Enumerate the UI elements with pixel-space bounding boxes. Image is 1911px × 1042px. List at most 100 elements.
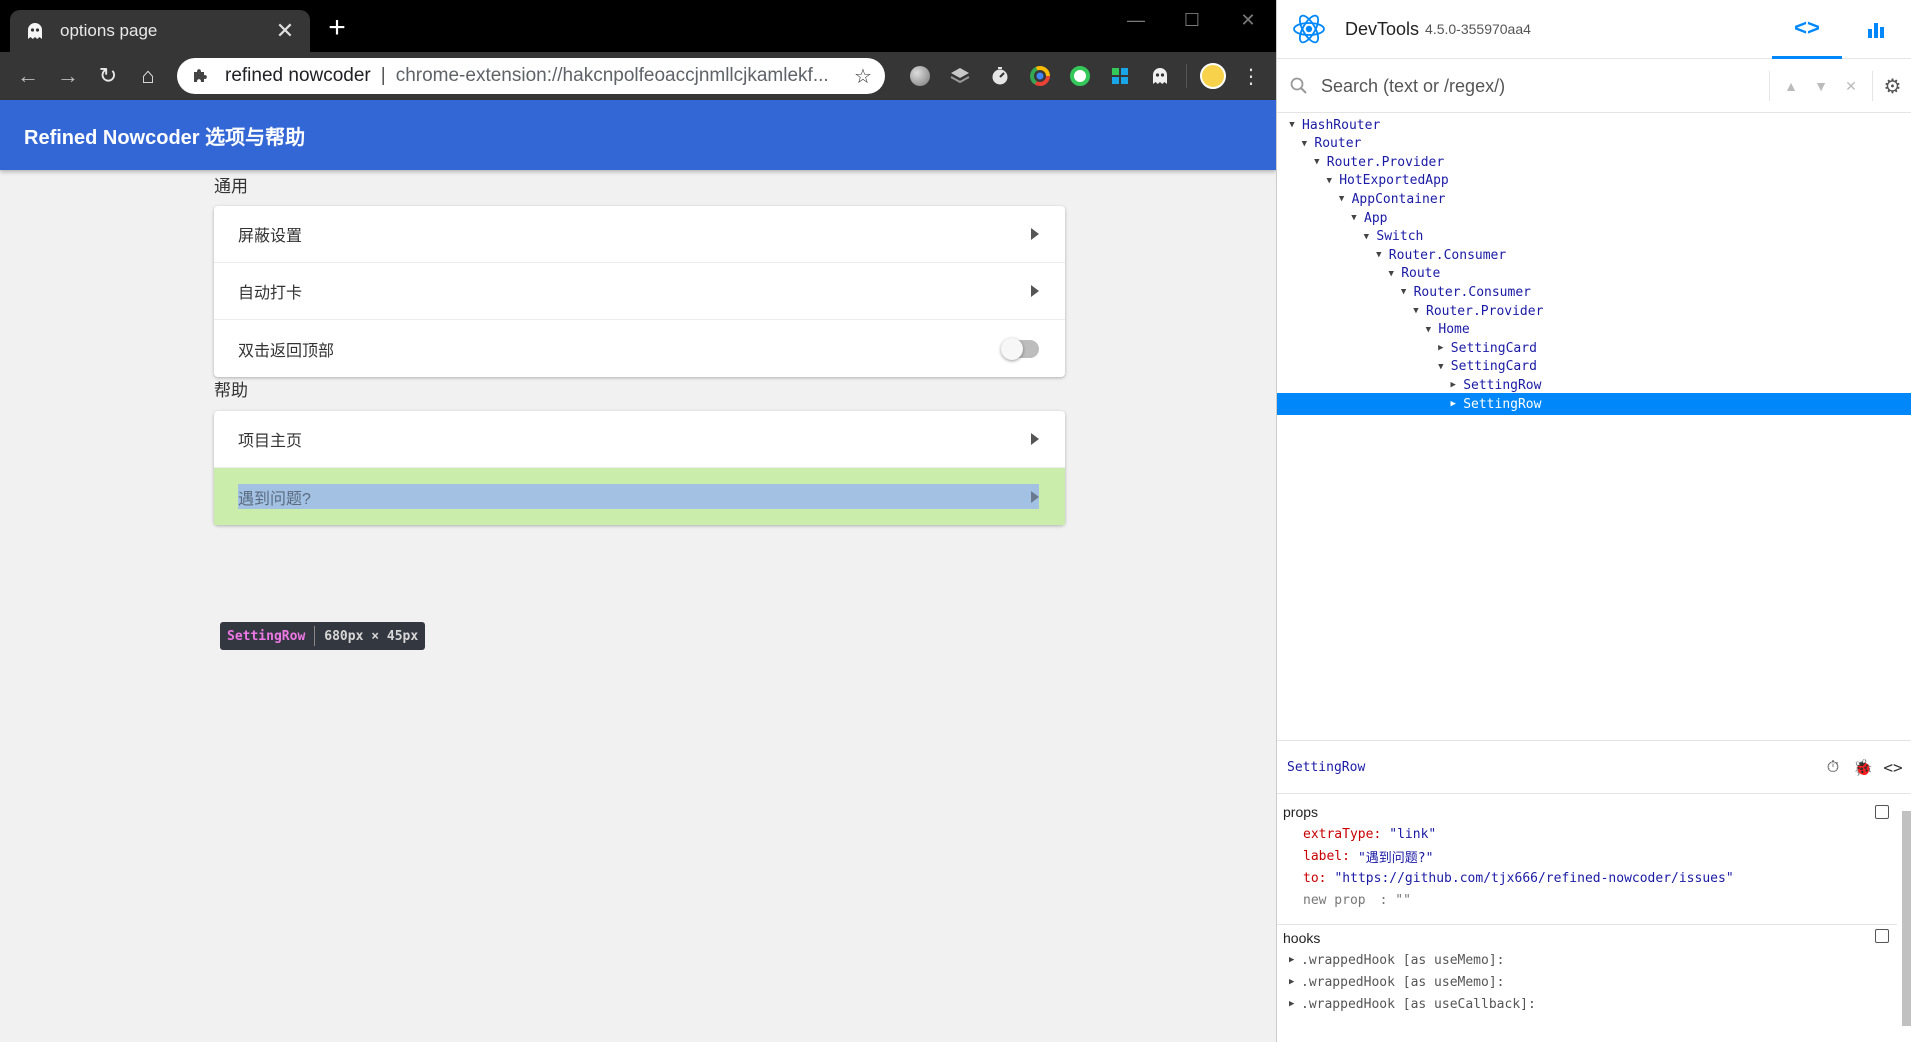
- view-source-icon[interactable]: <>: [1878, 752, 1908, 782]
- expanded-arrow-icon[interactable]: ▼: [1436, 362, 1446, 372]
- browser-tab[interactable]: options page ✕: [10, 10, 310, 52]
- reload-button[interactable]: ↻: [88, 56, 128, 96]
- extension-ghost-icon[interactable]: [1140, 60, 1180, 92]
- settings-gear-icon[interactable]: ⚙: [1872, 71, 1911, 101]
- selected-element-pane: SettingRow ⏱ 🐞 <> props extraType: "link"…: [1277, 740, 1911, 1042]
- settings-card-general: 屏蔽设置 自动打卡 双击返回顶部: [214, 206, 1065, 377]
- expanded-arrow-icon[interactable]: ▼: [1312, 157, 1322, 167]
- extension-chrome-ring-icon[interactable]: [1020, 60, 1060, 92]
- expanded-arrow-icon[interactable]: ▼: [1386, 269, 1396, 279]
- setting-row-label: 遇到问题?: [238, 490, 311, 508]
- double-click-top-toggle[interactable]: [1001, 337, 1039, 360]
- devtools-header: DevTools 4.5.0-355970aa4 <>: [1277, 0, 1911, 59]
- extension-globe-icon[interactable]: [900, 60, 940, 92]
- ghost-favicon-icon: [24, 20, 46, 42]
- setting-row-project-home[interactable]: 项目主页: [214, 411, 1065, 468]
- hook-row[interactable]: ▶ .wrappedHook [as useMemo]:: [1283, 971, 1897, 993]
- tab-profiler[interactable]: [1841, 0, 1911, 59]
- stopwatch-icon[interactable]: ⏱: [1818, 752, 1848, 782]
- prop-row[interactable]: label: "遇到问题?": [1283, 845, 1897, 867]
- address-bar[interactable]: refined nowcoder | chrome-extension://ha…: [177, 58, 885, 94]
- expanded-arrow-icon[interactable]: ▼: [1361, 232, 1371, 242]
- tree-node-label: Route: [1401, 266, 1441, 282]
- new-prop-value[interactable]: : "": [1380, 893, 1411, 908]
- search-icon: [1290, 77, 1307, 94]
- chevron-up-icon[interactable]: ▲: [1776, 71, 1806, 101]
- tab-title: options page: [60, 21, 158, 40]
- toolbar-divider: [1186, 64, 1187, 88]
- hook-row[interactable]: ▶ .wrappedHook [as useMemo]:: [1283, 949, 1897, 971]
- url-text[interactable]: chrome-extension://hakcnpolfeoaccjnmllcj…: [396, 65, 851, 87]
- tree-node-label: SettingRow: [1463, 377, 1542, 393]
- maximize-button[interactable]: ☐: [1164, 0, 1220, 40]
- expand-arrow-icon[interactable]: ▶: [1289, 955, 1301, 965]
- arrow-right-icon[interactable]: [1031, 285, 1039, 297]
- hook-row[interactable]: ▶ .wrappedHook [as useCallback]:: [1283, 993, 1897, 1015]
- prop-value[interactable]: "link": [1389, 827, 1436, 842]
- forward-button[interactable]: →: [48, 56, 88, 96]
- expanded-arrow-icon[interactable]: ▼: [1299, 139, 1309, 149]
- prop-row[interactable]: extraType: "link": [1283, 823, 1897, 845]
- setting-row-auto-checkin[interactable]: 自动打卡: [214, 263, 1065, 320]
- expand-arrow-icon[interactable]: ▶: [1289, 999, 1301, 1009]
- arrow-right-icon[interactable]: [1031, 228, 1039, 240]
- collapsed-arrow-icon[interactable]: ▶: [1448, 399, 1458, 409]
- expanded-arrow-icon[interactable]: ▼: [1324, 176, 1334, 186]
- new-prop-row[interactable]: new prop : "": [1283, 889, 1897, 911]
- prop-key: label: [1303, 848, 1343, 864]
- minimize-button[interactable]: —: [1108, 0, 1164, 40]
- expand-arrow-icon[interactable]: ▶: [1289, 977, 1301, 987]
- tab-components[interactable]: <>: [1772, 0, 1842, 59]
- setting-row-block-settings[interactable]: 屏蔽设置: [214, 206, 1065, 263]
- tooltip-component-name: SettingRow: [227, 628, 306, 644]
- props-label: props: [1283, 804, 1319, 820]
- new-prop-key[interactable]: new prop: [1303, 893, 1366, 908]
- extension-puzzle-tiles-icon[interactable]: [1100, 60, 1140, 92]
- tree-node-label: SettingRow: [1463, 396, 1542, 412]
- expanded-arrow-icon[interactable]: ▼: [1337, 194, 1347, 204]
- clear-search-icon[interactable]: ✕: [1836, 71, 1866, 101]
- collapsed-arrow-icon[interactable]: ▶: [1448, 380, 1458, 390]
- chevron-down-icon[interactable]: ▼: [1806, 71, 1836, 101]
- arrow-right-icon[interactable]: [1031, 433, 1039, 445]
- search-input[interactable]: [1321, 75, 1769, 97]
- arrow-right-icon[interactable]: [1031, 490, 1039, 503]
- bug-icon[interactable]: 🐞: [1848, 752, 1878, 782]
- expanded-arrow-icon[interactable]: ▼: [1287, 120, 1297, 130]
- kebab-menu-icon[interactable]: ⋮: [1233, 60, 1269, 92]
- window-controls: — ☐ ✕: [1108, 0, 1276, 40]
- extension-green-ring-icon[interactable]: [1060, 60, 1100, 92]
- setting-row-report-issue[interactable]: 遇到问题?: [214, 468, 1065, 525]
- bookmark-star-icon[interactable]: ☆: [851, 64, 875, 89]
- copy-props-icon[interactable]: [1875, 805, 1889, 819]
- prop-value[interactable]: "https://github.com/tjx666/refined-nowco…: [1334, 871, 1733, 886]
- tree-node[interactable]: ▶ SettingRow: [1277, 393, 1911, 415]
- search-controls: ▲ ▼ ✕: [1769, 71, 1872, 101]
- extension-timer-icon[interactable]: [980, 60, 1020, 92]
- expanded-arrow-icon[interactable]: ▼: [1399, 287, 1409, 297]
- props-scrollbar[interactable]: [1902, 811, 1911, 1026]
- profile-avatar-button[interactable]: [1193, 60, 1233, 92]
- back-button[interactable]: ←: [8, 56, 48, 96]
- expanded-arrow-icon[interactable]: ▼: [1374, 250, 1384, 260]
- props-section: props extraType: "link" label: "遇到问题?" to:…: [1277, 801, 1897, 911]
- copy-hooks-icon[interactable]: [1875, 929, 1889, 943]
- collapsed-arrow-icon[interactable]: ▶: [1436, 343, 1446, 353]
- tree-node-label: Router: [1314, 136, 1362, 152]
- home-button[interactable]: ⌂: [128, 56, 168, 96]
- url-separator: |: [380, 65, 386, 86]
- hook-name: .wrappedHook [as useMemo]:: [1301, 952, 1505, 968]
- new-tab-button[interactable]: +: [322, 13, 352, 44]
- expanded-arrow-icon[interactable]: ▼: [1349, 213, 1359, 223]
- expanded-arrow-icon[interactable]: ▼: [1411, 306, 1421, 316]
- tree-node-label: HotExportedApp: [1339, 173, 1449, 189]
- prop-row[interactable]: to: "https://github.com/tjx666/refined-no…: [1283, 867, 1897, 889]
- window-close-button[interactable]: ✕: [1220, 0, 1276, 40]
- hooks-label: hooks: [1283, 930, 1321, 946]
- tab-close-icon[interactable]: ✕: [274, 18, 296, 44]
- expanded-arrow-icon[interactable]: ▼: [1423, 325, 1433, 335]
- inspect-tooltip: SettingRow 680px × 45px: [220, 622, 426, 650]
- section-title-help: 帮助: [214, 381, 248, 400]
- extension-layers-icon[interactable]: [940, 60, 980, 92]
- prop-value[interactable]: "遇到问题?": [1358, 847, 1433, 866]
